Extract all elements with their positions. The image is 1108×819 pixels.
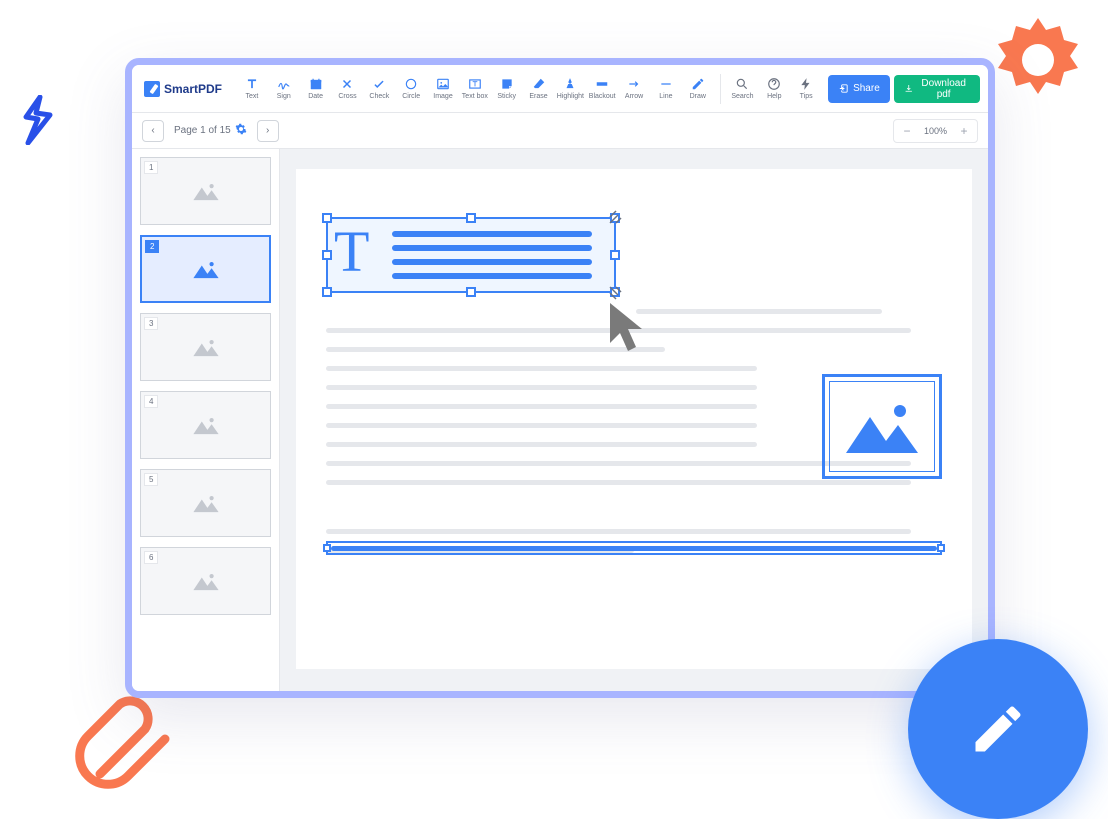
circle-icon: [404, 77, 418, 91]
tool-circle[interactable]: Circle: [397, 69, 425, 109]
resize-handle[interactable]: [322, 287, 332, 297]
thumbnails-sidebar[interactable]: 1 2 3 4 5 6: [132, 149, 280, 691]
tool-tips[interactable]: Tips: [792, 69, 820, 109]
thumbnail-3[interactable]: 3: [140, 313, 271, 381]
tool-arrow[interactable]: Arrow: [620, 69, 648, 109]
zoom-value: 100%: [920, 126, 951, 136]
text-line: [326, 480, 911, 485]
tool-blackout[interactable]: Blackout: [588, 69, 616, 109]
resize-handle[interactable]: [610, 250, 620, 260]
document-canvas[interactable]: T: [280, 149, 988, 691]
cross-icon: [340, 77, 354, 91]
thumbnail-6[interactable]: 6: [140, 547, 271, 615]
text-line: [326, 423, 757, 428]
prev-page-button[interactable]: ‹: [142, 120, 164, 142]
zoom-control: − 100% +: [893, 119, 978, 143]
tool-image[interactable]: Image: [429, 69, 457, 109]
text-icon: [245, 77, 259, 91]
thumbnail-4[interactable]: 4: [140, 391, 271, 459]
download-button[interactable]: Download pdf: [894, 75, 980, 103]
tool-textbox[interactable]: Text box: [461, 69, 489, 109]
text-line: [392, 259, 592, 265]
text-line: [326, 385, 757, 390]
image-placeholder-inner: [829, 381, 935, 472]
share-icon: [838, 83, 849, 94]
arrow-icon: [627, 77, 641, 91]
logo-icon: [144, 81, 160, 97]
text-line: [326, 404, 757, 409]
text-glyph-icon: T: [334, 223, 369, 281]
text-line: [326, 366, 757, 371]
text-line: [392, 231, 592, 237]
line-icon: [659, 77, 673, 91]
tool-draw[interactable]: Draw: [684, 69, 712, 109]
text-selection-box[interactable]: T: [326, 217, 616, 293]
tool-line[interactable]: Line: [652, 69, 680, 109]
blackout-icon: [595, 77, 609, 91]
thumbnail-2[interactable]: 2: [140, 235, 271, 303]
textbox-icon: [468, 77, 482, 91]
zoom-out-button[interactable]: −: [898, 122, 916, 140]
app-logo: SmartPDF: [140, 81, 226, 97]
app-body: 1 2 3 4 5 6 T: [132, 149, 988, 691]
tool-sticky[interactable]: Sticky: [493, 69, 521, 109]
toolbar: SmartPDF Text Sign Date Cross Check Circ…: [132, 65, 988, 113]
selected-line: [331, 546, 937, 551]
tips-icon: [799, 77, 813, 91]
thumbnail-1[interactable]: 1: [140, 157, 271, 225]
sign-icon: [277, 77, 291, 91]
app-name: SmartPDF: [164, 82, 222, 96]
tool-highlight[interactable]: Highlight: [556, 69, 584, 109]
tool-check[interactable]: Check: [365, 69, 393, 109]
text-line: [392, 273, 592, 279]
page-info: Page 1 of 15: [174, 123, 247, 138]
resize-handle[interactable]: [322, 213, 332, 223]
tool-date[interactable]: Date: [302, 69, 330, 109]
highlight-icon: [563, 77, 577, 91]
download-icon: [904, 83, 914, 94]
help-icon: [767, 77, 781, 91]
tool-erase[interactable]: Erase: [525, 69, 553, 109]
tool-search[interactable]: Search: [729, 69, 757, 109]
resize-handle[interactable]: [322, 250, 332, 260]
text-line: [326, 442, 757, 447]
text-line: [392, 245, 592, 251]
document-page[interactable]: T: [296, 169, 972, 669]
resize-handle[interactable]: [323, 544, 331, 552]
edit-fab-button[interactable]: [908, 639, 1088, 819]
tool-cross[interactable]: Cross: [334, 69, 362, 109]
resize-handle[interactable]: [466, 213, 476, 223]
page-settings-icon[interactable]: [235, 123, 247, 138]
check-icon: [372, 77, 386, 91]
sticky-icon: [500, 77, 514, 91]
next-page-button[interactable]: ›: [257, 120, 279, 142]
navigation-bar: ‹ Page 1 of 15 › − 100% +: [132, 113, 988, 149]
tool-help[interactable]: Help: [760, 69, 788, 109]
line-selection-box[interactable]: [326, 541, 942, 555]
resize-handle[interactable]: [937, 544, 945, 552]
cursor-icon: [606, 299, 656, 359]
spark-icon: [608, 205, 628, 225]
search-icon: [735, 77, 749, 91]
image-placeholder[interactable]: [822, 374, 942, 479]
erase-icon: [532, 77, 546, 91]
thumbnail-5[interactable]: 5: [140, 469, 271, 537]
share-button[interactable]: Share: [828, 75, 890, 103]
tool-sign[interactable]: Sign: [270, 69, 298, 109]
image-icon: [436, 77, 450, 91]
text-line: [636, 309, 882, 314]
zoom-in-button[interactable]: +: [955, 122, 973, 140]
pencil-icon: [691, 77, 705, 91]
resize-handle[interactable]: [466, 287, 476, 297]
text-line: [326, 529, 911, 534]
app-window: SmartPDF Text Sign Date Cross Check Circ…: [125, 58, 995, 698]
decoration-bolt-icon: [18, 95, 58, 145]
decoration-gear-icon: [988, 10, 1088, 110]
divider: [720, 74, 721, 104]
calendar-icon: [309, 77, 323, 91]
tool-text[interactable]: Text: [238, 69, 266, 109]
